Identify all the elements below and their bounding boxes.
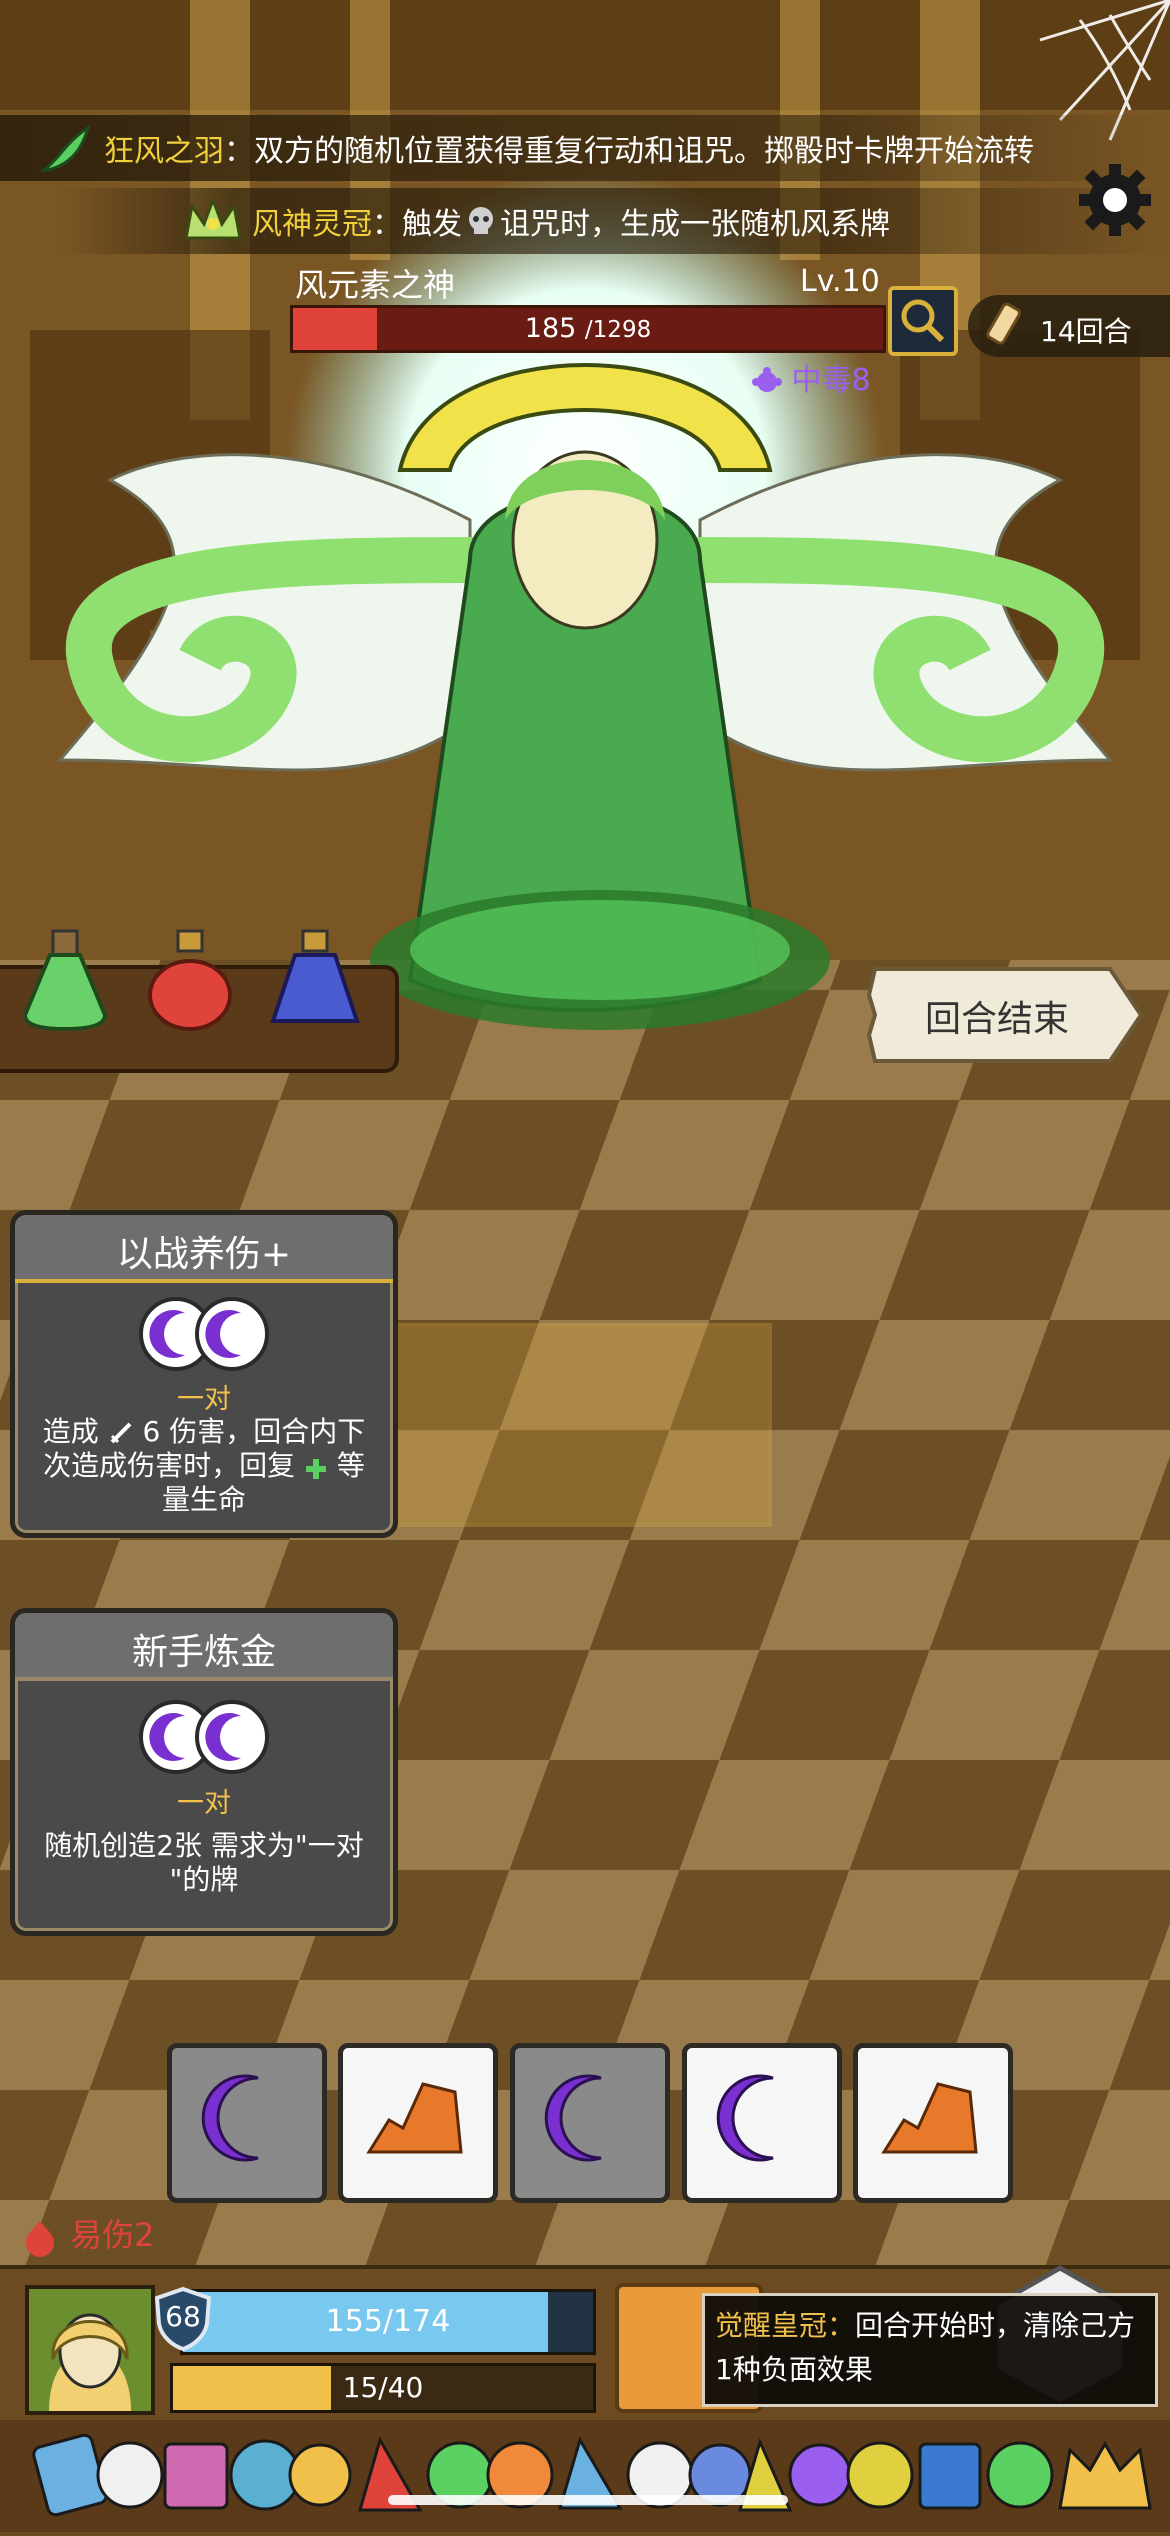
moon-die[interactable] (682, 2043, 842, 2203)
desc-line2: "的牌 (169, 1863, 239, 1896)
relic-icons (0, 2420, 1170, 2532)
boss-poison-status: 中毒8 (752, 355, 871, 399)
boss-hp-value: 185 (524, 313, 577, 344)
moon-icon (544, 2074, 602, 2162)
vulnerable-text: 易伤2 (70, 2216, 155, 2254)
rock-icon (881, 2082, 978, 2154)
player-hp-text: 155/174 (325, 2304, 451, 2339)
red-potion[interactable] (140, 925, 240, 1035)
card-description: 随机创造2张 需求为"一对 "的牌 (15, 1829, 393, 1897)
boss-level: Lv.10 (800, 264, 880, 299)
card-title: 新手炼金 (131, 1632, 276, 1673)
vulnerable-icon (20, 2217, 60, 2257)
scroll-icon (986, 302, 1021, 345)
boss-hp-max: /1298 (584, 317, 652, 343)
relic-separator: ： (224, 134, 254, 169)
desc-line1-pre: 造成 (42, 1415, 99, 1448)
rock-icon (366, 2082, 463, 2154)
moon-pair-icon (137, 1295, 271, 1373)
desc-line2-post: 等 (336, 1449, 365, 1482)
settings-gear-icon[interactable] (1075, 160, 1155, 240)
tooltip-name: 觉醒皇冠 (715, 2309, 828, 2342)
player-energy-bar: 15/40 (170, 2363, 596, 2413)
player-hp-bar: 155/174 (180, 2289, 596, 2355)
skill-card[interactable]: 新手炼金 一对 随机创造2张 需求为"一对 "的牌 (10, 1608, 398, 1936)
poison-icon (752, 366, 782, 397)
boss-hp-text: 185 /1298 (293, 308, 883, 351)
rock-die[interactable] (853, 2043, 1013, 2203)
moon-icon (201, 2074, 259, 2162)
skull-icon (464, 204, 498, 238)
card-requirement: 一对 (177, 1384, 231, 1415)
tooltip-text: 觉醒皇冠：回合开始时，清除己方1种负面效果 (715, 2304, 1147, 2392)
boss-hp-bar: 185 /1298 (290, 305, 886, 353)
relic-description: 双方的随机位置获得重复行动和诅咒。掷骰时卡牌开始流转 (254, 134, 1034, 169)
relic-tooltip: 觉醒皇冠：回合开始时，清除己方1种负面效果 (702, 2293, 1158, 2407)
magnifier-icon (901, 299, 945, 343)
desc-line1-post: 伤害，回合内下 (169, 1415, 366, 1448)
moon-icon (716, 2074, 774, 2162)
crown-icon (182, 194, 244, 248)
skill-card[interactable]: 以战养伤+ 一对 造成 6 伤害，回合内下 次造成伤害时，回复 等 量生命 (10, 1210, 398, 1538)
card-requirement: 一对 (177, 1788, 231, 1819)
desc-line3: 量生命 (161, 1483, 246, 1516)
end-turn-label: 回合结束 (925, 999, 1070, 1040)
desc-line1: 随机创造2张 需求为"一对 (44, 1829, 364, 1862)
relic-description-pre: 触发 (402, 207, 462, 242)
moon-die[interactable] (510, 2043, 670, 2203)
home-indicator[interactable] (388, 2495, 788, 2505)
rock-die[interactable] (338, 2043, 498, 2203)
tooltip-separator: ： (827, 2309, 856, 2342)
feather-icon (38, 120, 94, 176)
turn-counter: 14回合 (1040, 315, 1132, 348)
damage-value: 6 (142, 1415, 161, 1448)
relic-name: 狂风之羽 (104, 134, 224, 169)
relic-banner-wind-crown: 风神灵冠 ： 触发 诅咒时，生成一张随机风系牌 (0, 188, 1170, 254)
moon-die[interactable] (167, 2043, 327, 2203)
armor-value: 68 (165, 2300, 201, 2333)
green-potion[interactable] (15, 925, 115, 1035)
sword-icon (108, 1420, 134, 1446)
card-description: 造成 6 伤害，回合内下 次造成伤害时，回复 等 量生命 (15, 1415, 393, 1517)
poison-text: 中毒8 (791, 363, 871, 398)
player-energy-text: 15/40 (342, 2371, 424, 2404)
vulnerable-status: 易伤2 (20, 2210, 155, 2257)
relic-collection-bar[interactable] (0, 2420, 1170, 2532)
desc-line2-pre: 次造成伤害时，回复 (43, 1449, 296, 1482)
boss-name: 风元素之神 (295, 266, 456, 304)
blue-potion[interactable] (265, 925, 365, 1035)
relic-banner-wind-feather: 狂风之羽 ： 双方的随机位置获得重复行动和诅咒。掷骰时卡牌开始流转 (0, 115, 1170, 181)
relic-name: 风神灵冠 (252, 207, 372, 242)
heal-plus-icon (304, 1455, 328, 1479)
inspect-button[interactable] (888, 286, 958, 356)
relic-separator: ： (372, 207, 402, 242)
relic-description-post: 诅咒时，生成一张随机风系牌 (500, 207, 890, 242)
moon-pair-icon (137, 1698, 271, 1776)
player-portrait[interactable] (25, 2285, 155, 2415)
card-title: 以战养伤+ (116, 1234, 292, 1275)
